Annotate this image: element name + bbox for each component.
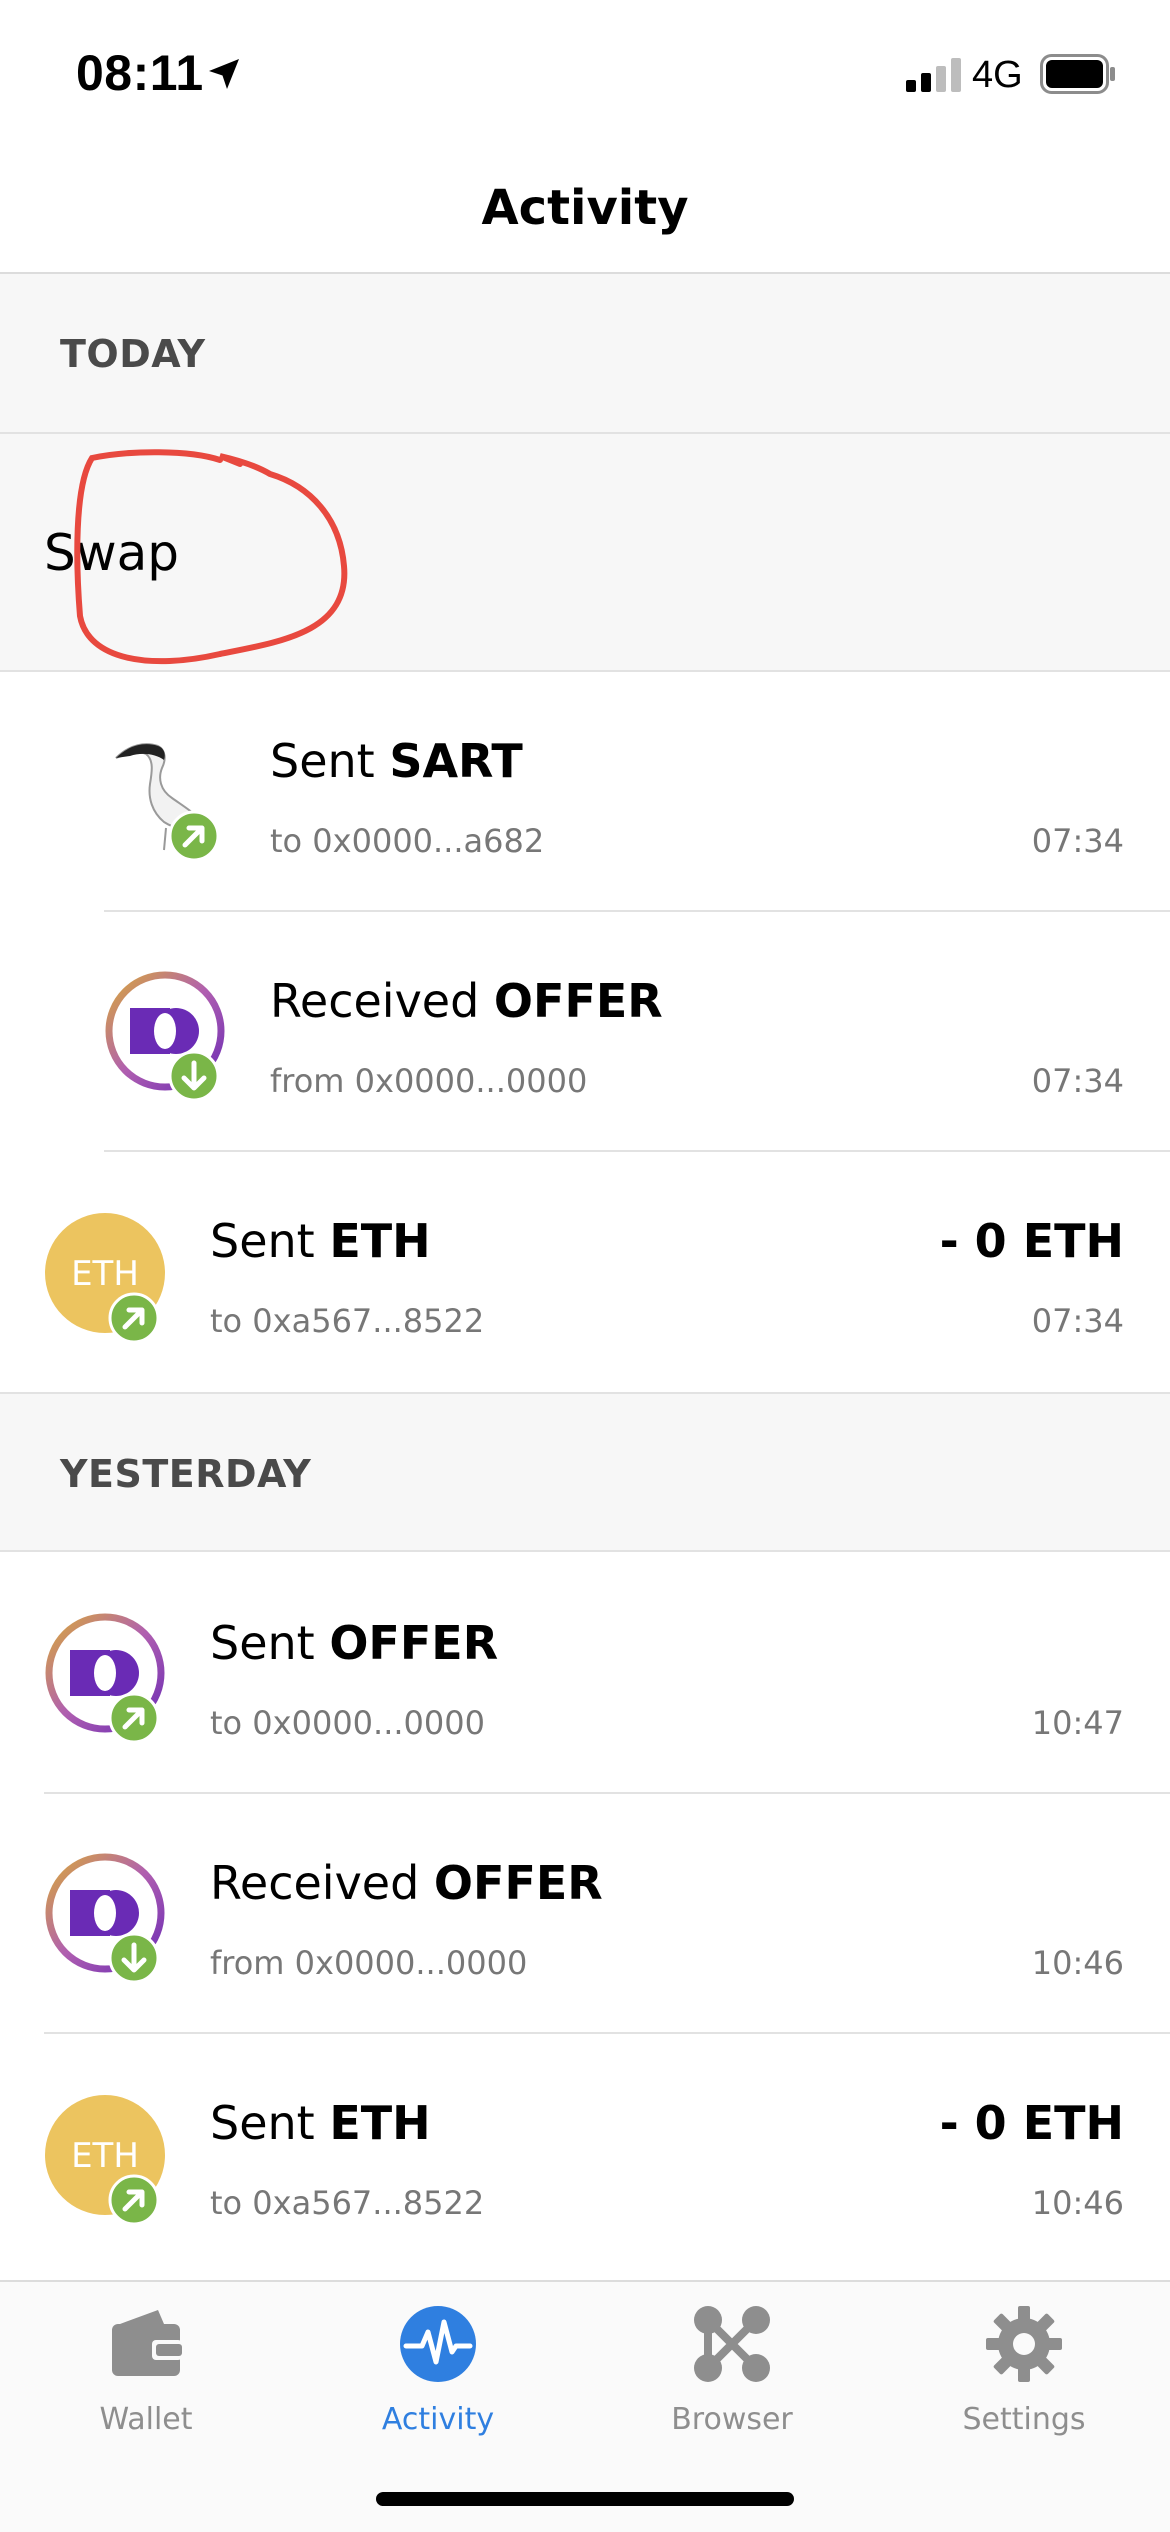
transaction-counterparty: from 0x0000...0000 xyxy=(270,1062,588,1100)
battery-icon xyxy=(1040,54,1115,94)
tab-label: Settings xyxy=(962,2402,1086,2437)
transaction-token: OFFER xyxy=(433,1856,603,1910)
home-indicator xyxy=(376,2492,794,2506)
transaction-time: 10:47 xyxy=(1031,1704,1124,1742)
browser-nodes-icon xyxy=(694,2306,770,2382)
transaction-amount: - 0 ETH xyxy=(939,1214,1124,1268)
transaction-title: Received OFFER xyxy=(270,974,663,1028)
transaction-token: OFFER xyxy=(493,974,663,1028)
sent-arrow-icon xyxy=(108,1292,160,1344)
tab-label: Activity xyxy=(381,2402,495,2437)
tab-settings[interactable]: Settings xyxy=(904,2302,1144,2452)
transaction-amount: - 0 ETH xyxy=(939,2096,1124,2150)
transaction-time: 07:34 xyxy=(1031,822,1124,860)
transaction-token: OFFER xyxy=(329,1616,499,1670)
section-header-today: TODAY xyxy=(0,274,1170,434)
status-bar: 08:11 4G xyxy=(0,0,1170,140)
received-arrow-icon xyxy=(108,1932,160,1984)
sent-arrow-icon xyxy=(108,2174,160,2226)
transaction-time: 10:46 xyxy=(1031,1944,1124,1982)
wallet-icon xyxy=(112,2310,182,2376)
section-header-yesterday: YESTERDAY xyxy=(0,1392,1170,1552)
transaction-verb: Sent xyxy=(210,2096,315,2150)
transaction-title: Sent ETH xyxy=(210,2096,431,2150)
page-title: Activity xyxy=(481,180,689,236)
transaction-verb: Sent xyxy=(270,734,375,788)
transaction-verb: Received xyxy=(210,1856,420,1910)
transaction-row[interactable]: Received OFFER from 0x0000...0000 10:46 xyxy=(0,1794,1170,2034)
annotation-circle xyxy=(74,449,348,665)
transaction-verb: Sent xyxy=(210,1616,315,1670)
gear-icon xyxy=(986,2306,1062,2382)
transaction-row[interactable]: Sent SART to 0x0000...a682 07:34 xyxy=(0,672,1170,912)
transaction-counterparty: to 0x0000...0000 xyxy=(210,1704,485,1742)
transaction-verb: Received xyxy=(270,974,480,1028)
nav-bar: Activity xyxy=(0,140,1170,274)
section-label: TODAY xyxy=(60,332,206,376)
transaction-title: Sent OFFER xyxy=(210,1616,498,1670)
sent-arrow-icon xyxy=(108,1692,160,1744)
transaction-counterparty: to 0xa567...8522 xyxy=(210,1302,485,1340)
transaction-row[interactable]: ETH Sent ETH - 0 ETH to 0xa567...8522 07… xyxy=(0,1152,1170,1392)
transaction-time: 10:46 xyxy=(1031,2184,1124,2222)
status-time: 08:11 xyxy=(76,45,204,101)
tab-browser[interactable]: Browser xyxy=(612,2302,852,2452)
tab-label: Browser xyxy=(671,2402,793,2437)
transaction-row[interactable]: Sent OFFER to 0x0000...0000 10:47 xyxy=(0,1554,1170,1794)
transaction-title: Sent SART xyxy=(270,734,523,788)
transaction-title: Sent ETH xyxy=(210,1214,431,1268)
transaction-time: 07:34 xyxy=(1031,1062,1124,1100)
transaction-counterparty: from 0x0000...0000 xyxy=(210,1944,528,1982)
transaction-row[interactable]: Received OFFER from 0x0000...0000 07:34 xyxy=(0,912,1170,1152)
transaction-counterparty: to 0xa567...8522 xyxy=(210,2184,485,2222)
transaction-token: SART xyxy=(389,734,523,788)
eth-icon-text: ETH xyxy=(71,2136,139,2176)
location-arrow-icon xyxy=(209,59,239,89)
eth-icon-text: ETH xyxy=(71,1254,139,1294)
network-type: 4G xyxy=(972,54,1023,96)
tab-activity[interactable]: Activity xyxy=(318,2302,558,2452)
activity-pulse-icon xyxy=(400,2306,476,2382)
transaction-counterparty: to 0x0000...a682 xyxy=(270,822,545,860)
transaction-row[interactable]: ETH Sent ETH - 0 ETH to 0xa567...8522 10… xyxy=(0,2034,1170,2274)
received-arrow-icon xyxy=(168,1050,220,1102)
transaction-verb: Sent xyxy=(210,1214,315,1268)
transaction-token: ETH xyxy=(329,2096,431,2150)
section-label: YESTERDAY xyxy=(60,1452,312,1496)
tab-wallet[interactable]: Wallet xyxy=(26,2302,266,2452)
transaction-time: 07:34 xyxy=(1031,1302,1124,1340)
signal-bars-icon xyxy=(906,58,961,92)
tab-label: Wallet xyxy=(99,2402,193,2437)
transaction-title: Received OFFER xyxy=(210,1856,603,1910)
transaction-token: ETH xyxy=(329,1214,431,1268)
sent-arrow-icon xyxy=(168,810,220,862)
